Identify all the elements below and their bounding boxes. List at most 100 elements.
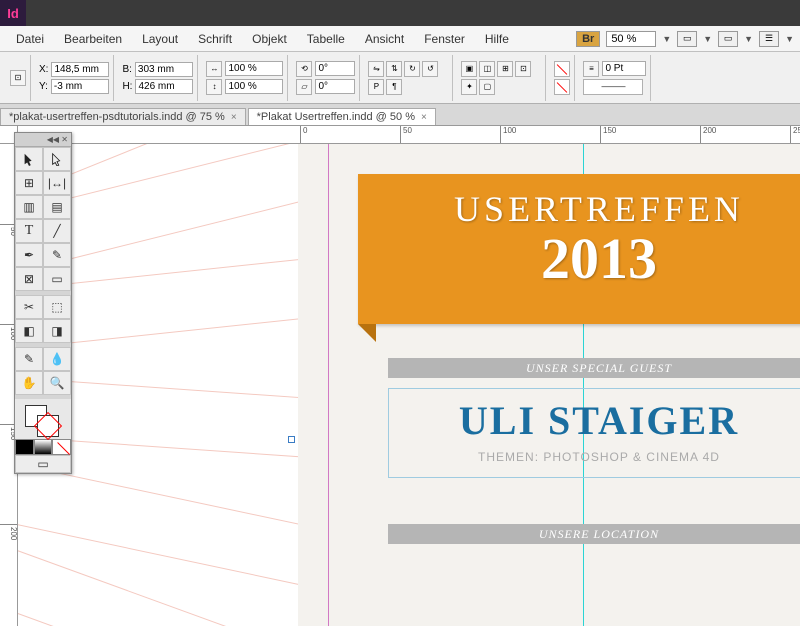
banner-title: USERTREFFEN xyxy=(358,174,800,230)
selection-handle[interactable] xyxy=(288,436,295,443)
guest-name-box[interactable]: ULI STAIGER THEMEN: PHOTOSHOP & CINEMA 4… xyxy=(388,388,800,478)
zoom-tool[interactable]: 🔍 xyxy=(43,371,71,395)
menu-layout[interactable]: Layout xyxy=(132,32,188,46)
stroke-style-dropdown[interactable]: ——— xyxy=(583,79,643,95)
flip-h-icon[interactable]: ⇋ xyxy=(368,61,384,77)
ruler-tick: 100 xyxy=(500,126,516,144)
menu-hilfe[interactable]: Hilfe xyxy=(475,32,519,46)
scale-x-input[interactable] xyxy=(225,61,283,76)
apply-none[interactable] xyxy=(52,439,71,455)
b-label: B: xyxy=(122,64,131,75)
banner-year: 2013 xyxy=(358,230,800,288)
arrange-dropdown-icon[interactable]: ▼ xyxy=(785,34,794,44)
select-content-icon[interactable]: ◫ xyxy=(479,61,495,77)
free-transform-tool[interactable]: ⬚ xyxy=(43,295,71,319)
stroke-color[interactable] xyxy=(37,415,59,437)
menu-schrift[interactable]: Schrift xyxy=(188,32,242,46)
rectangle-frame-tool[interactable]: ⊠ xyxy=(15,267,43,291)
strip-special-guest[interactable]: UNSER SPECIAL GUEST xyxy=(388,358,800,378)
app-icon: Id xyxy=(0,0,26,26)
zoom-dropdown-icon[interactable]: ▼ xyxy=(662,34,671,44)
doc-tab-1-label: *plakat-usertreffen-psdtutorials.indd @ … xyxy=(9,111,225,123)
note-tool[interactable]: ✎ xyxy=(15,347,43,371)
hand-tool[interactable]: ✋ xyxy=(15,371,43,395)
selection-tool[interactable] xyxy=(15,147,43,171)
shear-input[interactable] xyxy=(315,79,355,94)
canvas[interactable]: USERTREFFEN 2013 UNSER SPECIAL GUEST ULI… xyxy=(18,144,800,626)
menubar: Datei Bearbeiten Layout Schrift Objekt T… xyxy=(0,26,800,52)
rotate-input[interactable] xyxy=(315,61,355,76)
menu-fenster[interactable]: Fenster xyxy=(414,32,475,46)
width-input[interactable] xyxy=(135,62,193,77)
fill-frame-icon[interactable]: ⊡ xyxy=(515,61,531,77)
gap-tool[interactable]: |↔| xyxy=(43,171,71,195)
x-label: X: xyxy=(39,64,48,75)
doc-tab-2[interactable]: *Plakat Usertreffen.indd @ 50 % × xyxy=(248,108,436,125)
bridge-button[interactable]: Br xyxy=(576,31,600,47)
select-container-icon[interactable]: ▣ xyxy=(461,61,477,77)
doc-tab-2-label: *Plakat Usertreffen.indd @ 50 % xyxy=(257,111,415,123)
ruler-tick: 50 xyxy=(400,126,412,144)
pencil-tool[interactable]: ✎ xyxy=(43,243,71,267)
titlebar: Id xyxy=(0,0,800,26)
scale-y-input[interactable] xyxy=(225,79,283,94)
content-placer-tool[interactable]: ▤ xyxy=(43,195,71,219)
type-tool[interactable]: T xyxy=(15,219,43,243)
para-panel-icon[interactable]: ¶ xyxy=(386,79,402,95)
apply-gradient[interactable] xyxy=(34,439,53,455)
stroke-pt-input[interactable] xyxy=(602,61,646,76)
pen-tool[interactable]: ✒ xyxy=(15,243,43,267)
y-input[interactable] xyxy=(51,79,109,94)
doc-tab-1[interactable]: *plakat-usertreffen-psdtutorials.indd @ … xyxy=(0,108,246,125)
view-dropdown-icon[interactable]: ▼ xyxy=(703,34,712,44)
arrange-icon[interactable]: ☰ xyxy=(759,31,779,47)
menu-tabelle[interactable]: Tabelle xyxy=(297,32,355,46)
page[interactable]: USERTREFFEN 2013 UNSER SPECIAL GUEST ULI… xyxy=(298,144,800,626)
ruler-tick: 200 xyxy=(0,524,18,540)
height-input[interactable] xyxy=(135,79,193,94)
guest-themes: THEMEN: PHOTOSHOP & CINEMA 4D xyxy=(389,450,800,464)
menu-objekt[interactable]: Objekt xyxy=(242,32,297,46)
scissors-tool[interactable]: ✂ xyxy=(15,295,43,319)
center-content-icon[interactable]: ✦ xyxy=(461,79,477,95)
menu-ansicht[interactable]: Ansicht xyxy=(355,32,414,46)
close-icon[interactable]: × xyxy=(231,112,237,123)
tabbar: *plakat-usertreffen-psdtutorials.indd @ … xyxy=(0,104,800,126)
content-collector-tool[interactable]: ▥ xyxy=(15,195,43,219)
eyedropper-tool[interactable]: 💧 xyxy=(43,347,71,371)
direct-selection-tool[interactable] xyxy=(43,147,71,171)
banner[interactable]: USERTREFFEN 2013 xyxy=(358,174,800,324)
rotate-cw-icon[interactable]: ↻ xyxy=(404,61,420,77)
ruler-tick: 200 xyxy=(700,126,716,144)
char-panel-icon[interactable]: P xyxy=(368,79,384,95)
gradient-swatch-tool[interactable]: ◧ xyxy=(15,319,43,343)
screen-dropdown-icon[interactable]: ▼ xyxy=(744,34,753,44)
menu-bearbeiten[interactable]: Bearbeiten xyxy=(54,32,132,46)
strip-location[interactable]: UNSERE LOCATION xyxy=(388,524,800,544)
view-options-icon[interactable]: ▭ xyxy=(677,31,697,47)
line-tool[interactable]: ╱ xyxy=(43,219,71,243)
ruler-horizontal[interactable]: 0 50 100 150 200 250 xyxy=(18,126,800,144)
page-tool[interactable]: ⊞ xyxy=(15,171,43,195)
reference-point-icon[interactable]: ⊡ xyxy=(10,70,26,86)
menu-datei[interactable]: Datei xyxy=(6,32,54,46)
fit-content-icon[interactable]: ⊞ xyxy=(497,61,513,77)
fit-frame-icon[interactable]: ▢ xyxy=(479,79,495,95)
stroke-swatch[interactable] xyxy=(554,79,570,95)
fill-swatch[interactable] xyxy=(554,61,570,77)
scale-y-icon: ↕ xyxy=(206,79,222,95)
rotate-icon: ⟲ xyxy=(296,61,312,77)
flip-v-icon[interactable]: ⇅ xyxy=(386,61,402,77)
control-bar: ⊡ X: Y: B: H: ↔ ↕ ⟲ ▱ ⇋ ⇅ ↻ ↺ P ¶ ▣ ◫ ⊞ … xyxy=(0,52,800,104)
rectangle-tool[interactable]: ▭ xyxy=(43,267,71,291)
zoom-field[interactable] xyxy=(606,31,656,47)
toolbox-header[interactable]: ◀◀ ✕ xyxy=(15,133,71,147)
x-input[interactable] xyxy=(51,62,109,77)
screen-mode-icon[interactable]: ▭ xyxy=(718,31,738,47)
apply-color[interactable] xyxy=(15,439,34,455)
rotate-ccw-icon[interactable]: ↺ xyxy=(422,61,438,77)
gradient-feather-tool[interactable]: ◨ xyxy=(43,319,71,343)
toolbox[interactable]: ◀◀ ✕ ⊞ |↔| ▥ ▤ T ╱ ✒ ✎ ⊠ ▭ ✂ ⬚ ◧ ◨ ✎ 💧 ✋… xyxy=(14,132,72,474)
y-label: Y: xyxy=(39,81,48,92)
close-icon[interactable]: × xyxy=(421,112,427,123)
